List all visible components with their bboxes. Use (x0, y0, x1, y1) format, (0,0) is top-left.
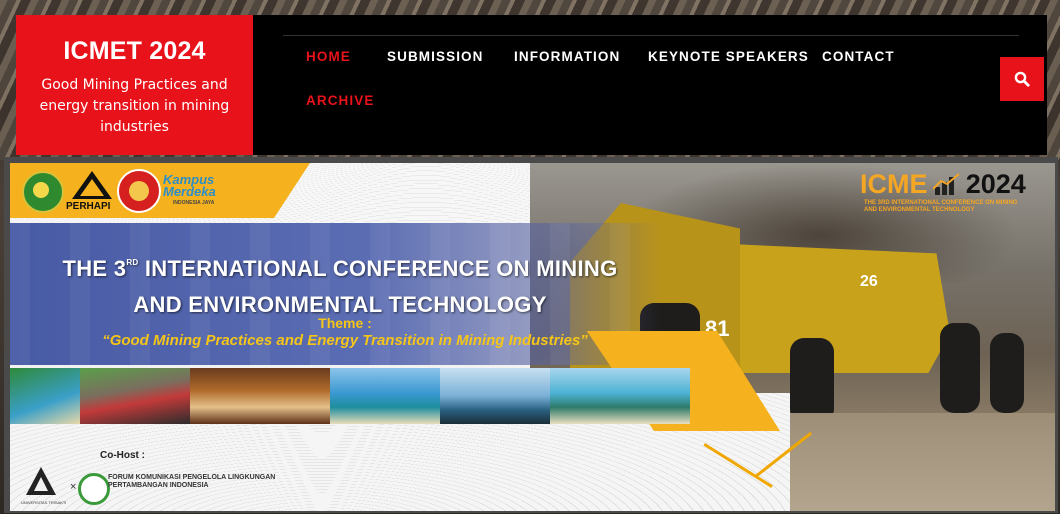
cohost-label: Co-Host : (100, 450, 145, 461)
main-navigation: HOME SUBMISSION INFORMATION KEYNOTE SPEA… (253, 15, 1047, 155)
beach-photo (10, 368, 80, 424)
perhapi-label: PERHAPI (66, 201, 111, 212)
island-photo (330, 368, 440, 424)
nav-divider (283, 35, 1019, 36)
theme-text: “Good Mining Practices and Energy Transi… (102, 332, 588, 349)
forum-label: FORUM KOMUNIKASI PENGELOLA LINGKUNGAN PE… (108, 474, 276, 489)
truck-number-2: 26 (860, 273, 878, 290)
site-title[interactable]: ICMET 2024 (16, 37, 253, 66)
ministry-logo (117, 169, 161, 213)
forum-logo (78, 473, 110, 505)
icmet-2024-logo: ICME 2024 THE 3RD INTERNATIONAL CONFEREN… (860, 169, 1026, 213)
page: ICMET 2024 Good Mining Practices and ene… (0, 0, 1060, 514)
racetrack-photo (80, 368, 190, 424)
indonesia-photo-strip (10, 368, 690, 424)
site-tagline: Good Mining Practices and energy transit… (39, 77, 230, 135)
nav-keynote-speakers[interactable]: KEYNOTE SPEAKERS (648, 49, 809, 64)
coast-photo (550, 368, 690, 424)
drummers-photo (190, 368, 330, 424)
nav-archive[interactable]: ARCHIVE (306, 93, 374, 108)
cohost-separator: × (70, 481, 77, 493)
kampus-merdeka-tag: INDONESIA JAYA (173, 200, 215, 206)
nav-information[interactable]: INFORMATION (514, 49, 620, 64)
university-logo (22, 171, 64, 213)
chart-bars-icon (931, 173, 960, 195)
nav-submission[interactable]: SUBMISSION (387, 49, 484, 64)
search-icon (1014, 71, 1030, 87)
nav-contact[interactable]: CONTACT (822, 49, 895, 64)
kampus-merdeka-logo: Kampus Merdeka (163, 172, 216, 199)
theme-label: Theme : (318, 315, 372, 331)
conference-title: THE 3RD INTERNATIONAL CONFERENCE ON MINI… (62, 256, 618, 317)
conference-banner: 81 26 PERHAPI Kampus Merdeka INDONESIA J… (10, 163, 1055, 511)
stone-jumping-photo (440, 368, 550, 424)
trisakti-logo (26, 467, 56, 495)
site-brand[interactable]: ICMET 2024 Good Mining Practices and ene… (16, 15, 253, 155)
perhapi-logo (72, 171, 112, 199)
nav-home[interactable]: HOME (306, 49, 351, 64)
search-button[interactable] (1000, 57, 1044, 101)
trisakti-label: UNIVERSITAS TRISAKTI (21, 500, 67, 505)
